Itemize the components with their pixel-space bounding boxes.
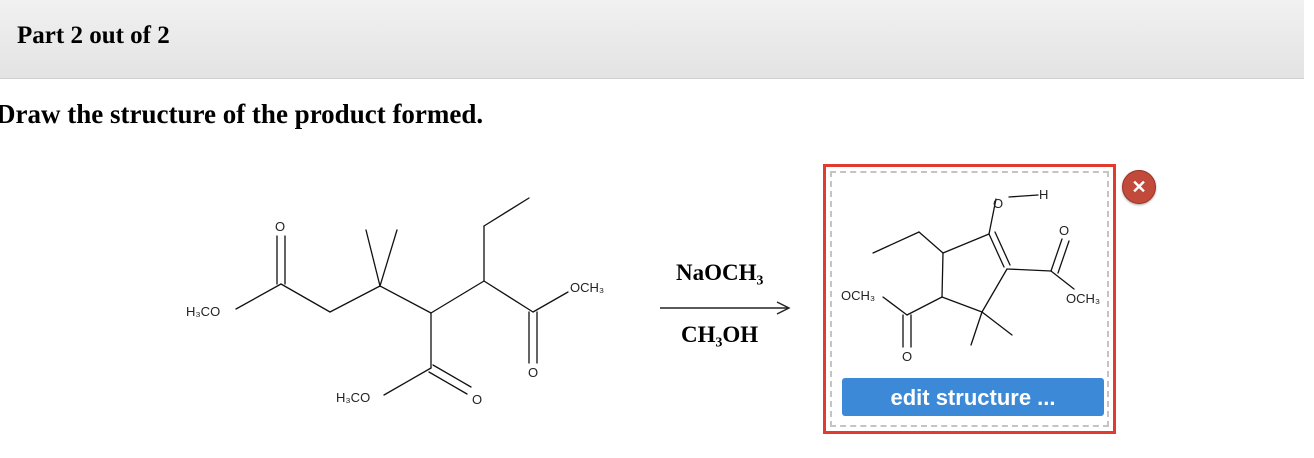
reactant-label-h3co-bottom: H₃CO (336, 390, 370, 405)
close-icon[interactable]: ✕ (1122, 170, 1156, 204)
reactant-label-och3-right: OCH₃ (570, 280, 604, 295)
answer-label-och3-left: OCH₃ (841, 288, 875, 303)
answer-skeleton (872, 194, 1075, 348)
answer-structure: O H OCH₃ OCH₃ O O (841, 187, 1100, 364)
reagent-below-arrow: CH₃OH (681, 322, 758, 347)
answer-label-h: H (1039, 187, 1048, 202)
reactant-label-o-bottom: O (472, 392, 482, 407)
reactant-structure (235, 197, 569, 396)
reactant-label-h3co-top: H₃CO (186, 304, 220, 319)
answer-label-och3-right: OCH₃ (1066, 291, 1100, 306)
reagent-above-arrow: NaOCH₃ (676, 260, 764, 285)
reaction-scheme: H₃CO H₃CO OCH₃ O O O NaOCH₃ CH₃OH (186, 197, 791, 407)
answer-label-o-top: O (1059, 223, 1069, 238)
reactant-label-o-top: O (275, 219, 285, 234)
reactant-label-o-mid: O (528, 365, 538, 380)
edit-structure-button[interactable]: edit structure ... (842, 378, 1104, 416)
answer-label-o-hydroxyl: O (993, 196, 1003, 211)
answer-structure-box[interactable]: O H OCH₃ OCH₃ O O edit structure ... (823, 164, 1116, 434)
answer-label-o-bottom: O (902, 349, 912, 364)
